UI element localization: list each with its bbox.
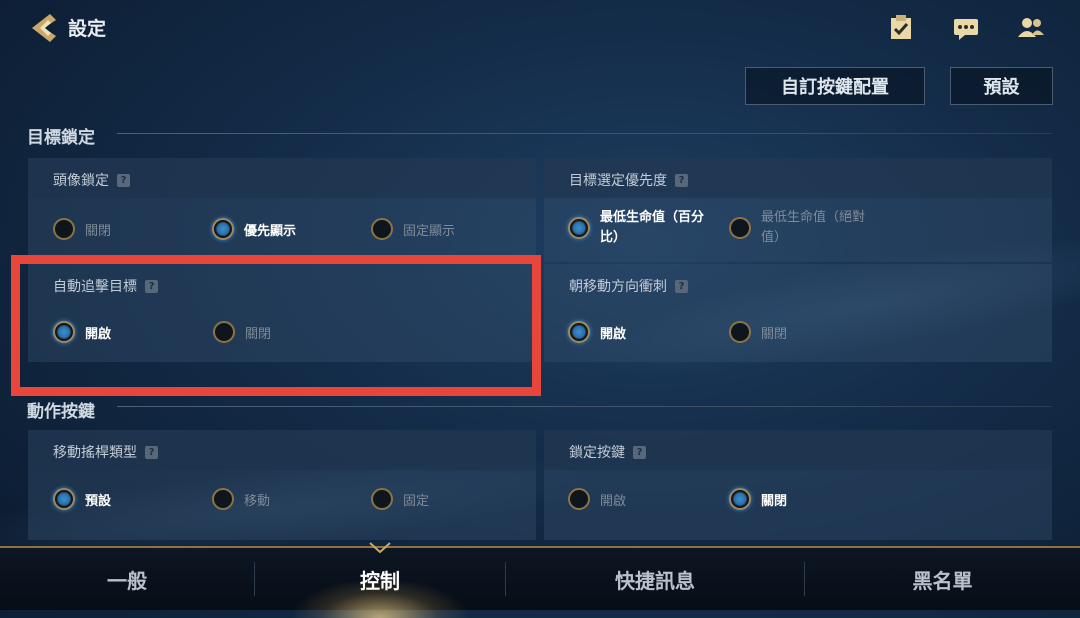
radio-icon <box>729 321 751 343</box>
task-clipboard-icon <box>891 15 911 39</box>
avatar-lock-option-fixed[interactable]: 固定顯示 <box>371 218 455 240</box>
avatar-lock-option-off[interactable]: 關閉 <box>53 218 111 240</box>
help-icon[interactable]: ? <box>145 445 158 459</box>
radio-icon <box>53 218 75 240</box>
target-priority-card: 目標選定優先度 ? 最低生命值（百分比） 最低生命值（絕對值） <box>544 158 1052 262</box>
friends-button[interactable] <box>1016 13 1046 43</box>
tab-quick-messages[interactable]: 快捷訊息 <box>506 548 804 610</box>
help-icon[interactable]: ? <box>117 173 130 187</box>
task-button[interactable] <box>886 13 916 43</box>
custom-layout-button[interactable]: 自訂按鍵配置 <box>745 67 925 105</box>
help-icon[interactable]: ? <box>675 279 688 293</box>
radio-icon <box>212 488 234 510</box>
chat-icon <box>954 19 978 40</box>
highlight-box <box>11 255 541 396</box>
active-tab-indicator-icon <box>369 542 391 554</box>
bottom-nav: 一般 控制 快捷訊息 黑名單 <box>0 546 1080 610</box>
back-arrow-icon <box>32 14 56 42</box>
dash-direction-title: 朝移動方向衝刺 ? <box>569 276 688 296</box>
radio-selected-icon <box>568 217 590 239</box>
avatar-lock-option-priority[interactable]: 優先顯示 <box>212 218 296 240</box>
radio-icon <box>371 218 393 240</box>
default-button[interactable]: 預設 <box>950 67 1053 105</box>
tab-general[interactable]: 一般 <box>0 548 254 610</box>
joystick-type-card: 移動搖桿類型 ? 預設 移動 固定 <box>28 430 536 540</box>
friends-icon <box>1018 18 1044 37</box>
radio-selected-icon <box>729 488 751 510</box>
radio-selected-icon <box>568 321 590 343</box>
help-icon[interactable]: ? <box>675 173 688 187</box>
target-priority-title: 目標選定優先度 ? <box>569 170 688 190</box>
lock-button-title: 鎖定按鍵 ? <box>569 442 646 462</box>
joystick-type-option-default[interactable]: 預設 <box>53 488 111 510</box>
avatar-lock-title: 頭像鎖定 ? <box>53 170 130 190</box>
target-priority-option-absolute[interactable]: 最低生命值（絕對值） <box>729 208 865 248</box>
section-title-action-buttons: 動作按鍵 <box>27 402 95 422</box>
dash-direction-option-on[interactable]: 開啟 <box>568 321 626 343</box>
page-title: 設定 <box>68 18 107 40</box>
lock-button-card: 鎖定按鍵 ? 開啟 關閉 <box>544 430 1052 540</box>
lock-button-option-off[interactable]: 關閉 <box>729 488 787 510</box>
radio-selected-icon <box>212 218 234 240</box>
tab-controls[interactable]: 控制 <box>255 548 505 610</box>
avatar-lock-card: 頭像鎖定 ? 關閉 優先顯示 固定顯示 <box>28 158 536 262</box>
top-bar: 設定 <box>0 0 1080 56</box>
section-divider <box>117 406 1052 407</box>
radio-selected-icon <box>53 488 75 510</box>
target-priority-option-percent[interactable]: 最低生命值（百分比） <box>568 208 704 248</box>
dash-direction-option-off[interactable]: 關閉 <box>729 321 787 343</box>
radio-icon <box>371 488 393 510</box>
radio-icon <box>729 217 751 239</box>
joystick-type-title: 移動搖桿類型 ? <box>53 442 158 462</box>
dash-direction-card: 朝移動方向衝刺 ? 開啟 關閉 <box>544 264 1052 362</box>
section-title-target-lock: 目標鎖定 <box>27 128 95 148</box>
section-divider <box>117 133 1052 134</box>
radio-icon <box>568 488 590 510</box>
chat-button[interactable] <box>951 13 981 43</box>
joystick-type-option-fixed[interactable]: 固定 <box>371 488 429 510</box>
joystick-type-option-move[interactable]: 移動 <box>212 488 270 510</box>
lock-button-option-on[interactable]: 開啟 <box>568 488 626 510</box>
tab-blacklist[interactable]: 黑名單 <box>805 548 1080 610</box>
help-icon[interactable]: ? <box>633 445 646 459</box>
back-button[interactable] <box>26 10 62 46</box>
